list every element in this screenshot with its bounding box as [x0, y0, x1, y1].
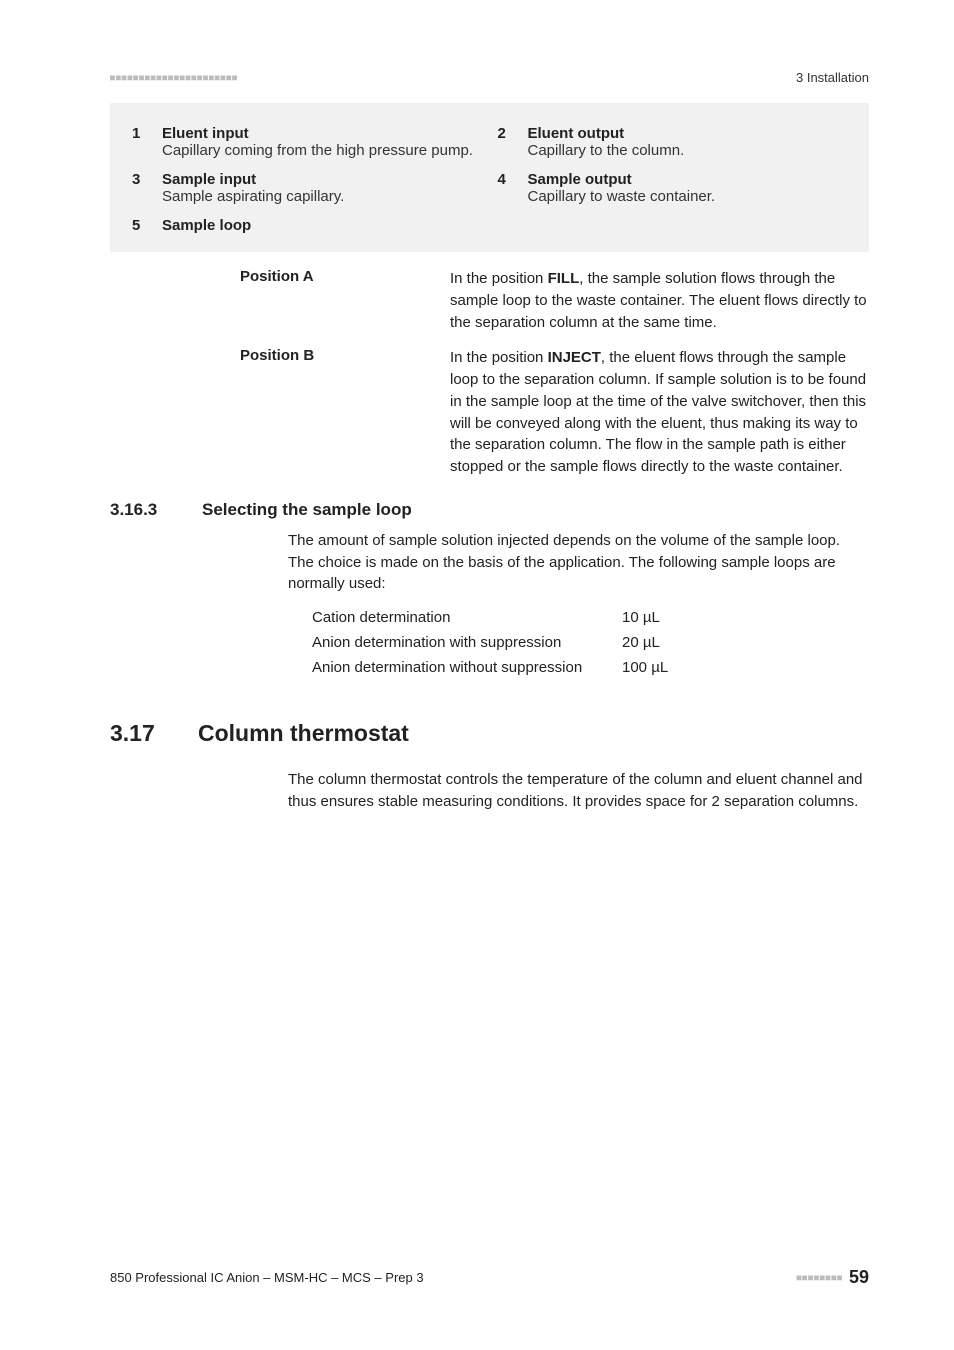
definition-desc: Capillary coming from the high pressure …	[162, 142, 482, 159]
page-number: 59	[849, 1267, 869, 1288]
definition-cell: 2 Eluent output Capillary to the column.	[490, 119, 856, 165]
definition-desc: Sample aspirating capillary.	[162, 188, 482, 205]
section-heading-3163: 3.16.3 Selecting the sample loop	[110, 500, 869, 520]
page-header: ■■■■■■■■■■■■■■■■■■■■■■ 3 Installation	[110, 70, 869, 85]
section-paragraph: The amount of sample solution injected d…	[110, 530, 869, 595]
position-bold: INJECT	[548, 349, 601, 366]
table-row: Anion determination with suppression 20 …	[312, 630, 869, 655]
position-pre: In the position	[450, 349, 548, 366]
page-footer: 850 Professional IC Anion – MSM-HC – MCS…	[110, 1267, 869, 1288]
definitions-table: 1 Eluent input Capillary coming from the…	[110, 103, 869, 252]
definition-cell: 3 Sample input Sample aspirating capilla…	[124, 165, 490, 211]
definition-title: Sample input	[162, 171, 482, 188]
definition-title: Sample loop	[162, 217, 482, 234]
position-label: Position A	[240, 268, 450, 333]
definition-row: 1 Eluent input Capillary coming from the…	[124, 119, 855, 165]
section-number: 3.17	[110, 720, 198, 747]
section-title: Column thermostat	[198, 720, 409, 747]
definition-number: 5	[132, 217, 150, 234]
position-bold: FILL	[548, 270, 580, 287]
position-text: In the position INJECT, the eluent flows…	[450, 347, 869, 478]
positions-block: Position A In the position FILL, the sam…	[110, 268, 869, 478]
position-row: Position A In the position FILL, the sam…	[240, 268, 869, 333]
section-heading-317: 3.17 Column thermostat	[110, 720, 869, 747]
position-post: , the eluent flows through the sample lo…	[450, 349, 866, 475]
header-dots-left: ■■■■■■■■■■■■■■■■■■■■■■	[110, 73, 238, 82]
definition-row: 5 Sample loop	[124, 211, 855, 240]
table-row: Cation determination 10 µL	[312, 605, 869, 630]
position-row: Position B In the position INJECT, the e…	[240, 347, 869, 478]
position-text: In the position FILL, the sample solutio…	[450, 268, 869, 333]
sample-loop-table: Cation determination 10 µL Anion determi…	[110, 605, 869, 680]
definition-title: Eluent output	[528, 125, 848, 142]
position-label: Position B	[240, 347, 450, 478]
definition-desc: Capillary to the column.	[528, 142, 848, 159]
loop-label: Anion determination without suppression	[312, 659, 622, 676]
section-number: 3.16.3	[110, 500, 202, 520]
footer-dots-icon: ■■■■■■■■	[796, 1273, 843, 1282]
section-paragraph: The column thermostat controls the tempe…	[110, 769, 869, 813]
definition-number: 1	[132, 125, 150, 159]
definition-number: 4	[498, 171, 516, 205]
position-pre: In the position	[450, 270, 548, 287]
definition-title: Eluent input	[162, 125, 482, 142]
definition-number: 2	[498, 125, 516, 159]
definition-cell: 5 Sample loop	[124, 211, 490, 240]
loop-label: Cation determination	[312, 609, 622, 626]
definition-cell: 4 Sample output Capillary to waste conta…	[490, 165, 856, 211]
definition-cell: 1 Eluent input Capillary coming from the…	[124, 119, 490, 165]
definition-title: Sample output	[528, 171, 848, 188]
loop-label: Anion determination with suppression	[312, 634, 622, 651]
loop-value: 10 µL	[622, 609, 660, 626]
loop-value: 100 µL	[622, 659, 668, 676]
footer-doc-title: 850 Professional IC Anion – MSM-HC – MCS…	[110, 1270, 424, 1285]
definition-row: 3 Sample input Sample aspirating capilla…	[124, 165, 855, 211]
definition-number: 3	[132, 171, 150, 205]
section-title: Selecting the sample loop	[202, 500, 412, 520]
loop-value: 20 µL	[622, 634, 660, 651]
table-row: Anion determination without suppression …	[312, 655, 869, 680]
chapter-label: 3 Installation	[796, 70, 869, 85]
definition-desc: Capillary to waste container.	[528, 188, 848, 205]
